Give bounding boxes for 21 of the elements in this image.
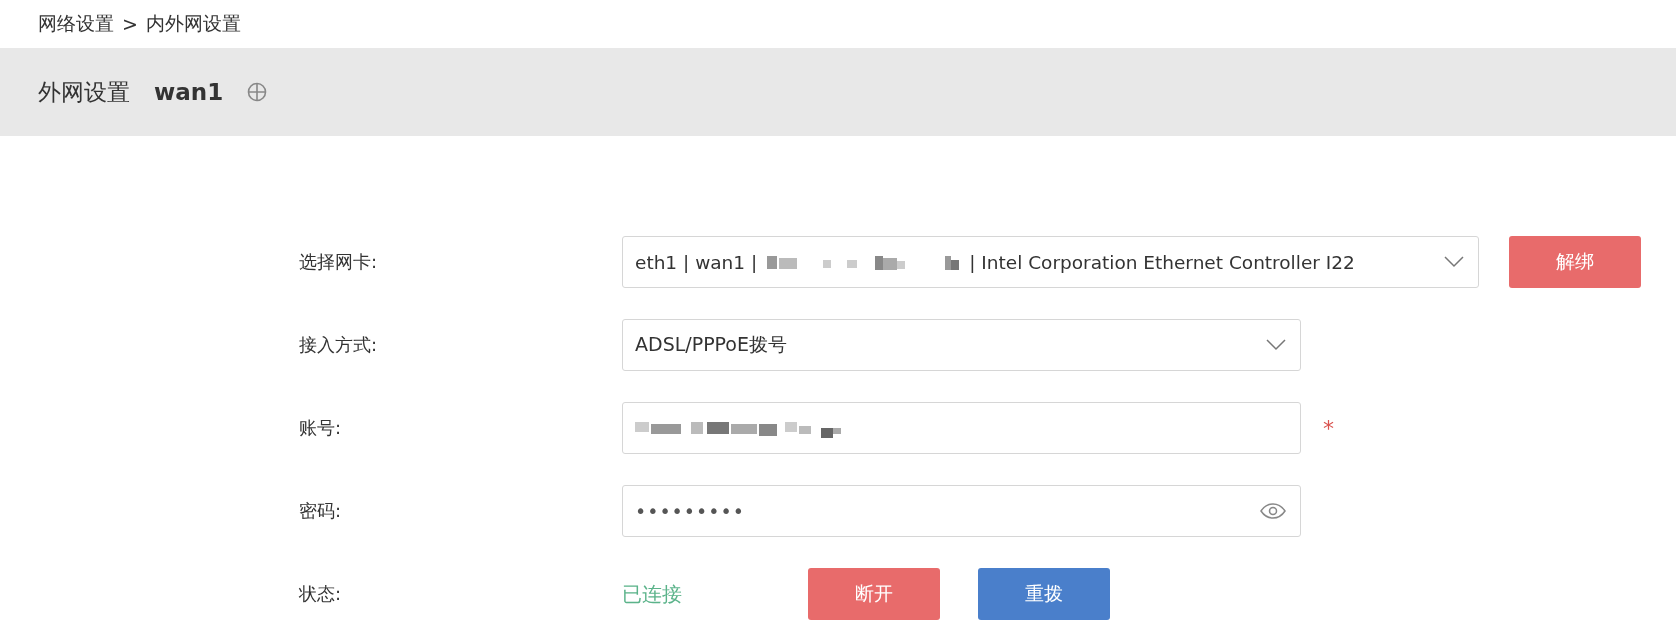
breadcrumb-separator: > [122, 13, 138, 35]
connection-status: 已连接 [622, 580, 683, 608]
breadcrumb-current: 内外网设置 [145, 11, 241, 36]
action-button[interactable]: 重拨 [978, 568, 1110, 620]
interface-name: wan1 [154, 79, 224, 105]
section-title: 外网设置 [38, 77, 130, 107]
access-method-select[interactable]: ADSL/PPPoE拨号 [622, 319, 1301, 371]
breadcrumb-link[interactable]: 网络设置 [38, 11, 114, 37]
field-label: 接入方式: [299, 333, 379, 357]
chevron-down-icon [1444, 256, 1464, 268]
field-label: 密码: [299, 499, 343, 523]
field-label: 账号: [299, 416, 343, 440]
field-label: 选择网卡: [299, 250, 379, 274]
add-icon[interactable] [247, 82, 268, 102]
account-input[interactable] [622, 402, 1301, 454]
chevron-down-icon [1266, 339, 1286, 351]
eye-icon[interactable] [1260, 503, 1286, 519]
password-input[interactable]: ••••••••• [622, 485, 1301, 537]
network-card-select[interactable]: eth1 | wan1 | | Intel Corporation Ethernet Controller I22 [622, 236, 1479, 288]
required-mark: * [1323, 415, 1334, 441]
field-label: 状态: [299, 582, 343, 606]
